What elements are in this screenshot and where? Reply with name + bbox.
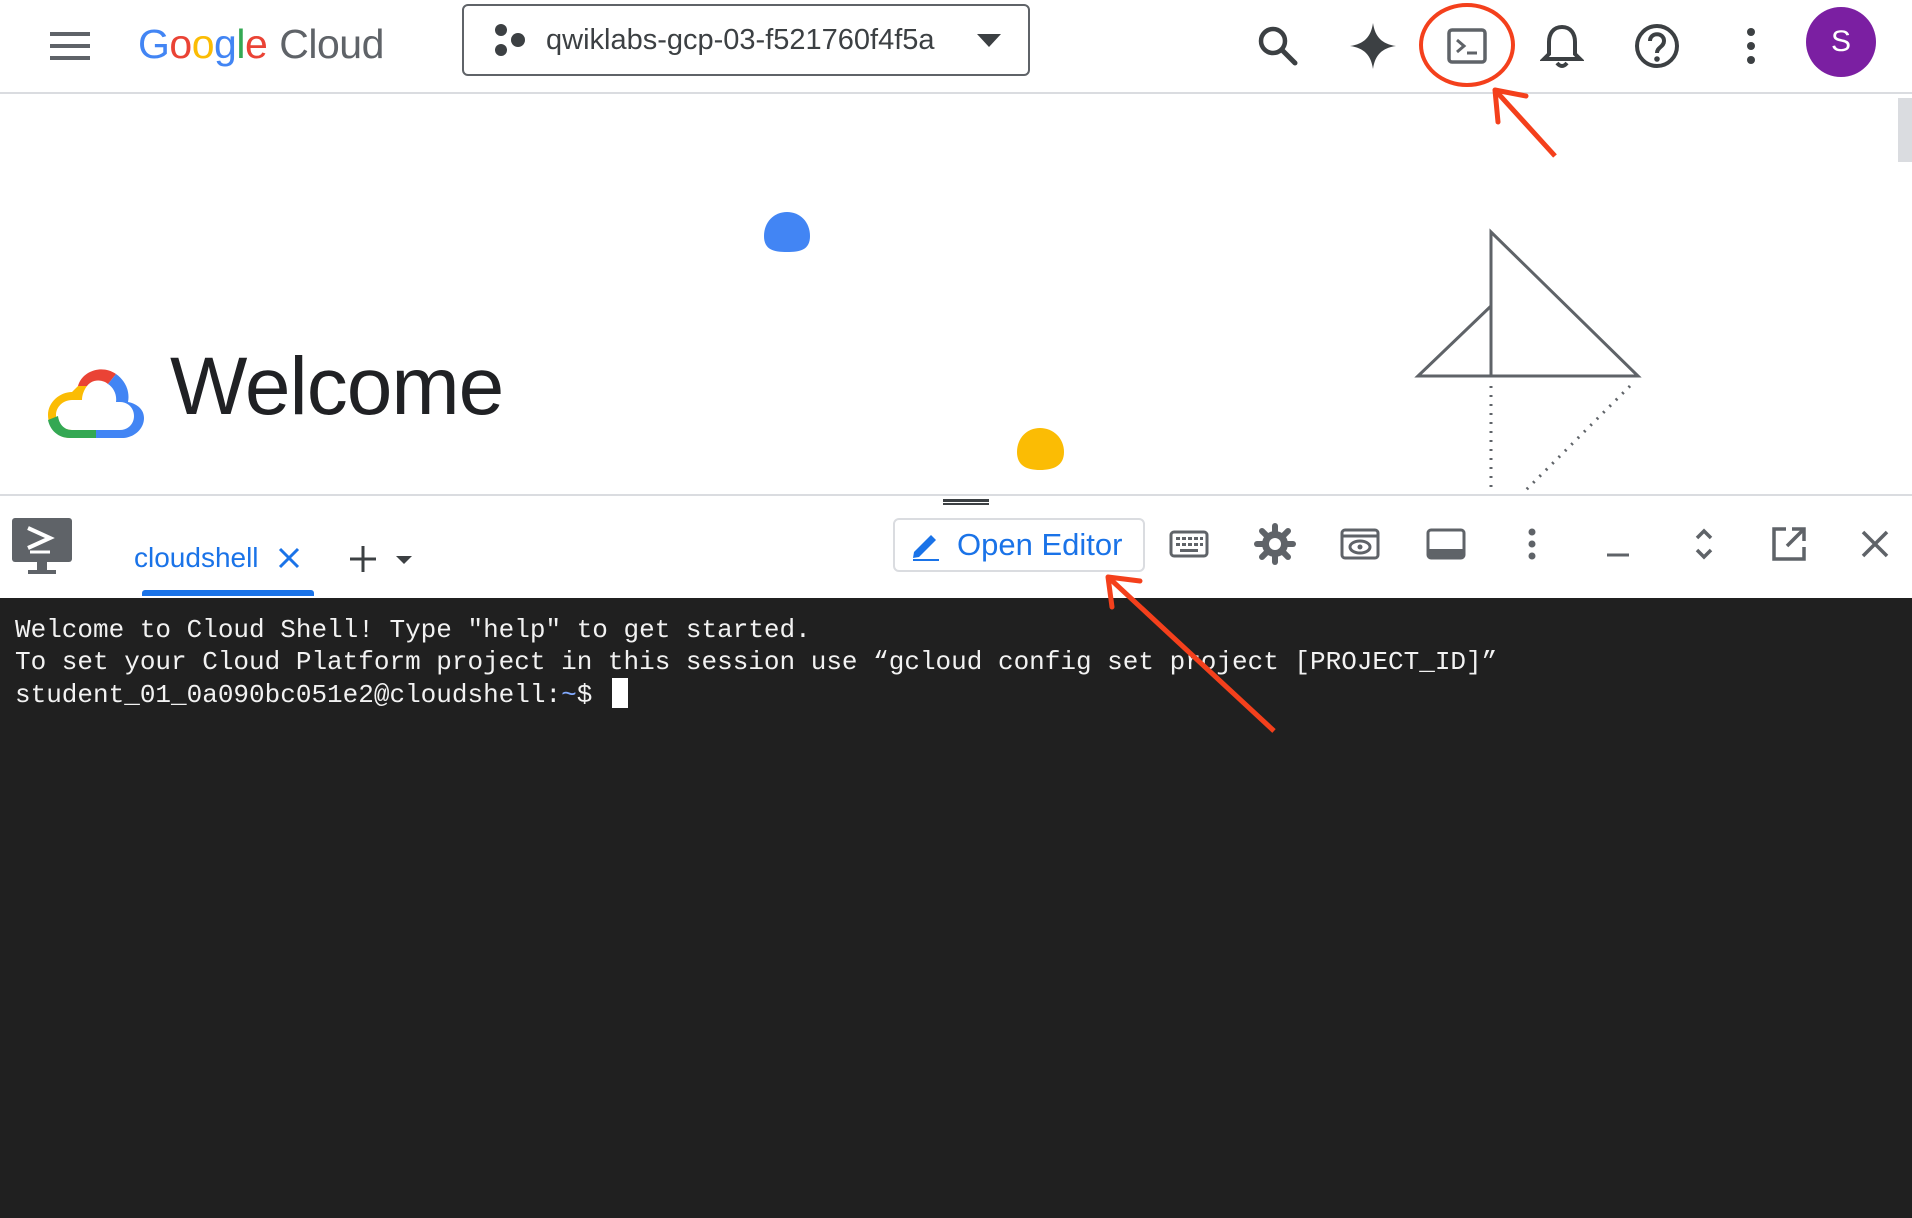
- project-hierarchy-icon: [495, 24, 525, 56]
- annotation-arrow: [1105, 574, 1276, 733]
- page-scrollbar[interactable]: [1898, 98, 1912, 162]
- welcome-illustration: [764, 212, 1642, 494]
- minimize-icon: [1607, 553, 1629, 557]
- shell-more-options-button[interactable]: [1504, 516, 1560, 572]
- search-button[interactable]: [1248, 16, 1308, 76]
- logo-cloud-text: Cloud: [279, 20, 384, 67]
- settings-button[interactable]: [1247, 516, 1303, 572]
- panel-resize-handle[interactable]: [943, 499, 989, 505]
- prompt-directory: ~: [561, 680, 577, 710]
- more-vert-icon: [1528, 528, 1536, 560]
- welcome-title: Welcome: [170, 341, 504, 432]
- prompt-symbol: $: [576, 680, 608, 710]
- chevron-down-icon: [977, 34, 1001, 47]
- open-editor-label: Open Editor: [957, 527, 1123, 562]
- web-preview-icon: [1340, 528, 1380, 560]
- gemini-spark-icon: [1350, 23, 1396, 69]
- panel-layout-button[interactable]: [1418, 516, 1474, 572]
- tab-cloudshell-label: cloudshell: [134, 542, 259, 573]
- keyboard-button[interactable]: [1161, 516, 1217, 572]
- terminal-cursor: [611, 678, 628, 708]
- close-panel-button[interactable]: [1847, 516, 1903, 572]
- terminal-prompt: student_01_0a090bc051e2@cloudshell:~$: [15, 678, 1912, 711]
- close-tab-icon[interactable]: [275, 544, 303, 572]
- close-icon: [1861, 530, 1889, 558]
- terminal-line: Welcome to Cloud Shell! Type "help" to g…: [15, 615, 811, 645]
- search-icon: [1258, 26, 1298, 66]
- plus-icon: [350, 546, 376, 572]
- tab-options-dropdown[interactable]: [392, 548, 416, 572]
- active-tab-indicator: [142, 590, 314, 596]
- panel-layout-icon: [1426, 528, 1466, 560]
- project-picker-button[interactable]: qwiklabs-gcp-03-f521760f4f5a: [462, 4, 1030, 76]
- gemini-button[interactable]: [1343, 16, 1403, 76]
- open-new-window-icon: [1772, 527, 1806, 561]
- project-name: qwiklabs-gcp-03-f521760f4f5a: [546, 23, 935, 56]
- maximize-panel-button[interactable]: [1676, 516, 1732, 572]
- expand-icon: [1695, 528, 1713, 560]
- web-preview-button[interactable]: [1332, 516, 1388, 572]
- open-editor-button[interactable]: Open Editor: [893, 518, 1145, 572]
- more-vert-icon: [1747, 28, 1755, 64]
- terminal-line: To set your Cloud Platform project in th…: [15, 647, 1498, 677]
- prompt-user-host: student_01_0a090bc051e2@cloudshell:: [15, 680, 562, 710]
- open-in-new-window-button[interactable]: [1761, 516, 1817, 572]
- cloud-shell-logo-icon: [12, 518, 72, 574]
- add-tab-button[interactable]: [346, 542, 380, 576]
- help-button[interactable]: [1627, 16, 1687, 76]
- welcome-banner: Welcome: [0, 94, 1912, 494]
- help-icon: [1635, 24, 1679, 68]
- minimize-panel-button[interactable]: [1590, 516, 1646, 572]
- caret-down-icon: [396, 556, 412, 564]
- main-menu-button[interactable]: [42, 22, 98, 70]
- top-app-bar: Google Cloud qwiklabs-gcp-03-f521760f4f5…: [0, 0, 1912, 94]
- google-cloud-logo[interactable]: Google Cloud: [138, 14, 384, 74]
- menu-icon: [50, 32, 90, 60]
- more-options-button[interactable]: [1721, 16, 1781, 76]
- terminal-output[interactable]: Welcome to Cloud Shell! Type "help" to g…: [0, 598, 1912, 1218]
- account-avatar[interactable]: S: [1806, 7, 1876, 77]
- tab-cloudshell[interactable]: cloudshell: [134, 520, 303, 596]
- pencil-icon: [913, 535, 939, 561]
- settings-icon: [1254, 523, 1296, 565]
- google-cloud-logo-icon: [48, 369, 144, 438]
- keyboard-icon: [1169, 530, 1209, 558]
